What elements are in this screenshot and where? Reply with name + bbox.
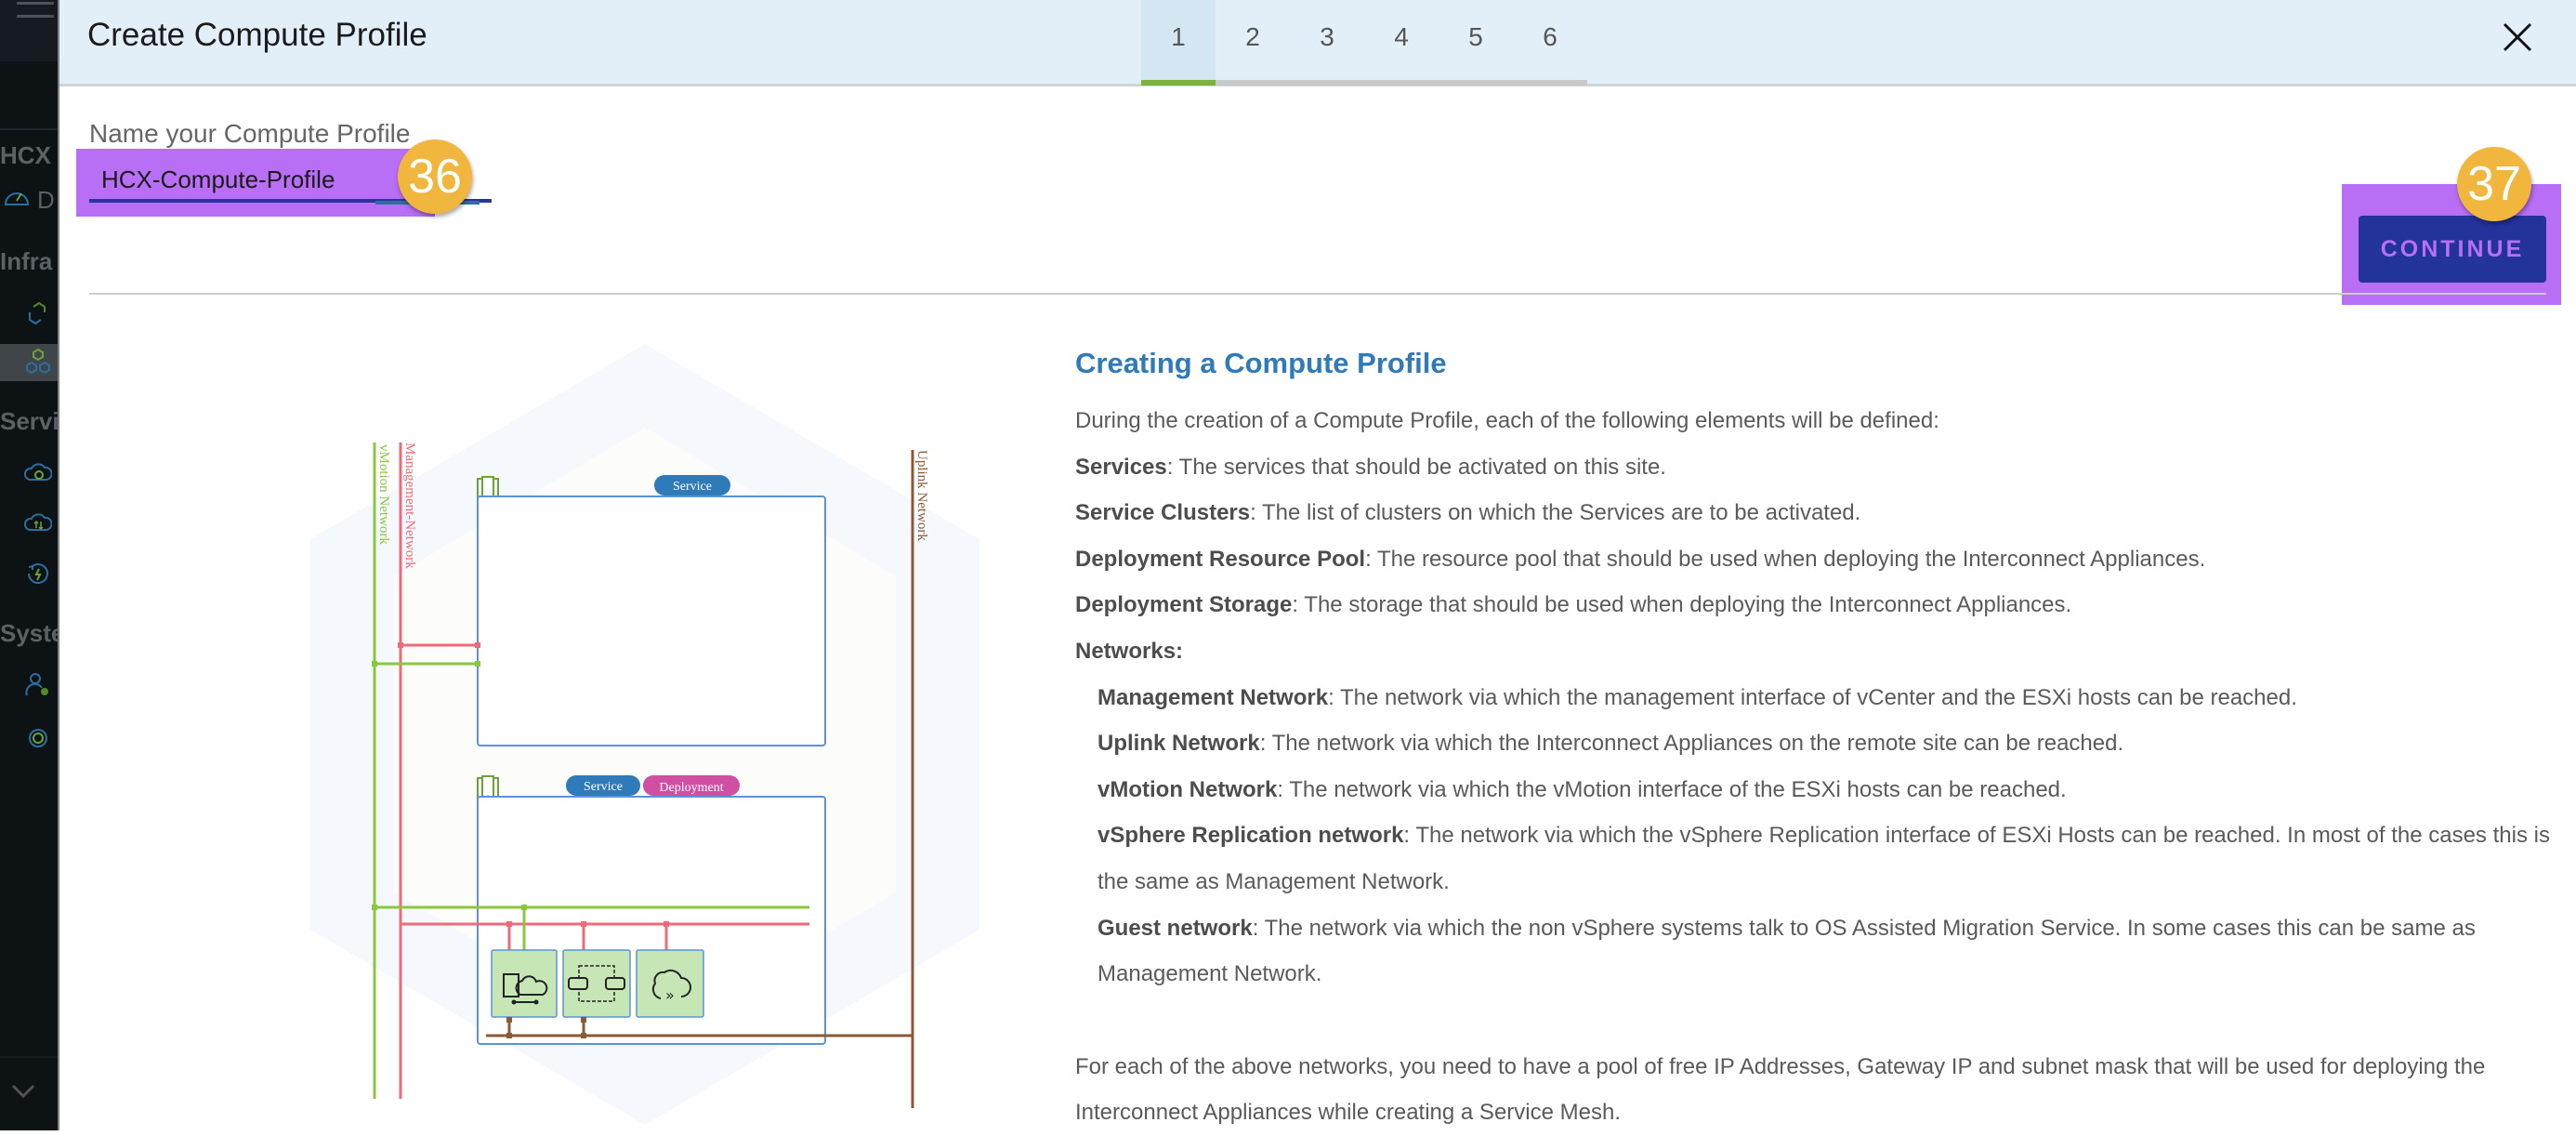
svg-text:»: »	[665, 986, 675, 1004]
description-intro: During the creation of a Compute Profile…	[1075, 408, 1939, 433]
network-item-vsphere-replication: vSphere Replication network: The network…	[1075, 812, 2571, 905]
annotation-badge-36: 36	[398, 139, 472, 214]
network-item-guest: Guest network: The network via which the…	[1075, 905, 2571, 997]
cluster-box-top	[477, 495, 826, 746]
description-panel: Creating a Compute Profile During the cr…	[1075, 344, 2571, 1136]
disaster-recovery-icon[interactable]	[24, 560, 52, 588]
description-heading: Creating a Compute Profile	[1075, 347, 1447, 379]
dialog-title: Create Compute Profile	[87, 17, 427, 53]
management-network-label: Management-Network	[402, 443, 417, 569]
section-divider	[89, 293, 2546, 295]
term: Deployment Storage	[1075, 592, 1293, 618]
element-item-resource-pool: Deployment Resource Pool: The resource p…	[1075, 536, 2571, 583]
chevron-down-icon[interactable]	[11, 1084, 35, 1099]
switch-icon	[568, 977, 588, 990]
term: vSphere Replication network	[1097, 823, 1404, 849]
vmotion-network-label: vMotion Network	[376, 444, 391, 545]
definition: : The network via which the vMotion inte…	[1277, 776, 2067, 802]
annotation-badge-37: 37	[2457, 147, 2531, 221]
hamburger-menu-icon[interactable]	[17, 2, 54, 20]
compute-profile-diagram: vMotion Network Management-Network Uplin…	[310, 344, 979, 1125]
switch-icon	[605, 977, 625, 990]
step-tab-3[interactable]: 3	[1290, 0, 1364, 80]
step-tab-5[interactable]: 5	[1439, 0, 1513, 80]
step-progress-fill	[1141, 80, 1216, 86]
definition: : The network via which the non vSphere …	[1097, 915, 2476, 987]
appliance-wan-optimization: »	[636, 949, 704, 1018]
vmotion-port	[475, 661, 480, 667]
definition: : The resource pool that should be used …	[1365, 546, 2206, 572]
site-pairing-icon[interactable]	[24, 299, 52, 327]
step-tab-6[interactable]: 6	[1513, 0, 1587, 80]
term: Management Network	[1097, 684, 1329, 710]
element-item-service-clusters: Service Clusters: The list of clusters o…	[1075, 490, 2571, 536]
dialog-header: Create Compute Profile 1 2 3 4 5 6	[59, 0, 2576, 86]
cluster-service-tag: Service	[584, 780, 623, 794]
support-icon[interactable]	[24, 725, 52, 753]
sidebar-dashboard-label[interactable]: D	[37, 186, 55, 215]
description-footer: For each of the above networks, you need…	[1075, 1053, 2486, 1126]
network-item-management: Management Network: The network via whic…	[1075, 675, 2571, 721]
networks-heading-text: Networks:	[1075, 638, 1184, 664]
networks-heading: Networks:	[1075, 628, 2571, 675]
sidebar-section-infrastructure: Infra	[0, 247, 53, 275]
definition: : The storage that should be used when d…	[1292, 592, 2072, 618]
definition: : The network via which the Interconnect…	[1259, 731, 2124, 757]
definition: : The network via which the management i…	[1328, 684, 2297, 710]
sidebar-topbar	[0, 0, 58, 61]
definition: : The list of clusters on which the Serv…	[1250, 500, 1861, 526]
sidebar-section-system: Syste	[0, 619, 59, 647]
network-extension-icon[interactable]	[24, 459, 52, 487]
sidebar-section-services: Servi	[0, 407, 59, 435]
cluster-deployment-tag: Deployment	[659, 781, 723, 795]
vmotion-port	[372, 661, 377, 667]
term: Services	[1075, 454, 1167, 480]
term: Uplink Network	[1097, 731, 1260, 757]
profile-name-label: Name your Compute Profile	[89, 119, 411, 148]
management-port	[398, 642, 403, 648]
management-port	[664, 921, 669, 927]
term: Guest network	[1097, 915, 1253, 941]
step-tab-2[interactable]: 2	[1216, 0, 1290, 80]
term: Deployment Resource Pool	[1075, 546, 1366, 572]
admin-settings-icon[interactable]	[24, 671, 52, 699]
definition: : The services that should be activated …	[1166, 454, 1666, 480]
vmotion-port	[372, 905, 377, 910]
migration-icon[interactable]	[24, 509, 52, 537]
uplink-network-label: Uplink Network	[914, 450, 929, 541]
app-sidebar: HCX D Infra Servi Syste	[0, 0, 59, 1130]
uplink-port	[581, 1017, 586, 1023]
interconnect-icon	[26, 348, 50, 375]
term: Service Clusters	[1075, 500, 1251, 526]
sidebar-bottom-divider	[0, 1056, 58, 1058]
sidebar-divider	[0, 128, 58, 130]
sidebar-item-interconnect-selected[interactable]	[0, 344, 58, 381]
close-icon[interactable]	[2501, 20, 2534, 54]
network-item-vmotion: vMotion Network: The network via which t…	[1075, 767, 2571, 813]
continue-button[interactable]: CONTINUE	[2359, 216, 2546, 283]
network-item-uplink: Uplink Network: The network via which th…	[1075, 720, 2571, 767]
create-compute-profile-dialog: Create Compute Profile 1 2 3 4 5 6 Name …	[59, 0, 2576, 1130]
management-port	[475, 642, 480, 648]
appliance-interconnect	[491, 949, 558, 1018]
sidebar-app-label: HCX	[0, 141, 51, 169]
management-port	[581, 921, 586, 927]
term: vMotion Network	[1097, 776, 1278, 802]
element-item-services: Services: The services that should be ac…	[1075, 444, 2571, 491]
element-item-storage: Deployment Storage: The storage that sho…	[1075, 582, 2571, 628]
step-tab-4[interactable]: 4	[1364, 0, 1439, 80]
uplink-port	[581, 1033, 586, 1038]
uplink-port	[506, 1033, 512, 1038]
management-port	[506, 921, 512, 927]
vmotion-port	[521, 905, 527, 910]
uplink-port	[506, 1017, 512, 1023]
appliance-network-extension	[562, 949, 631, 1018]
step-tab-1[interactable]: 1	[1141, 0, 1216, 80]
cluster-service-tag: Service	[673, 480, 712, 494]
dashboard-icon[interactable]	[3, 184, 31, 212]
